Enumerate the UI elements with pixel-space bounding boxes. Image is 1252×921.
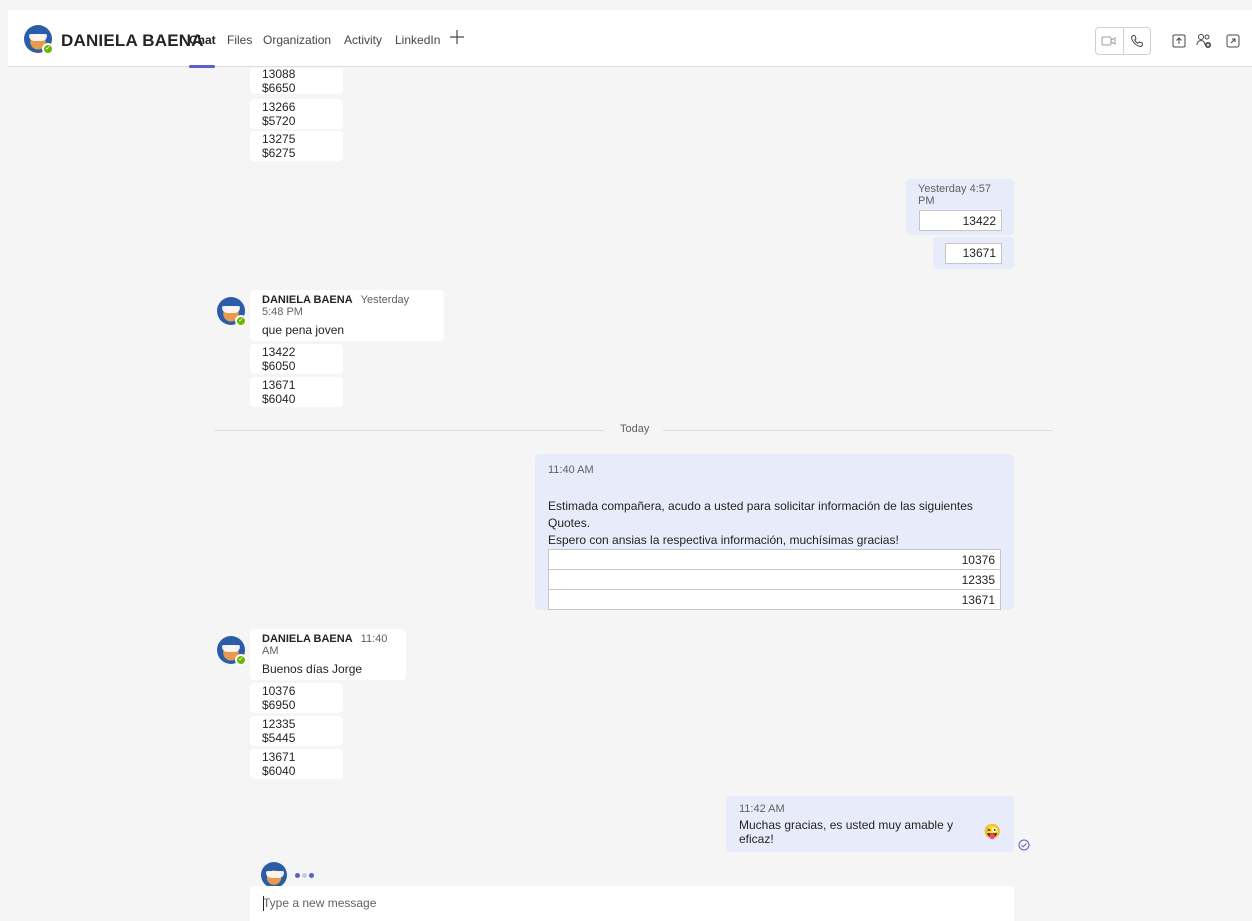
message-item[interactable]: 13671 $6040 [250,377,343,407]
message-item[interactable]: 13671 $6040 [250,749,343,779]
message-text: 13671 $6040 [262,750,296,778]
message-composer [250,886,1014,921]
quote-cell: 13422 [919,210,1002,231]
ship-logo-icon [222,306,240,313]
tab-files[interactable]: Files [227,33,252,47]
message-input[interactable] [263,895,1001,910]
quote-table: 13422 [919,210,1002,231]
presence-available-icon: ✓ [42,43,54,55]
date-divider-line [214,430,604,431]
date-divider-line [663,430,1053,431]
message-text: Estimada compañera, acudo a usted para s… [548,499,973,530]
typing-dot [309,873,314,878]
share-screen-icon[interactable] [1169,31,1189,51]
sender-name: DANIELA BAENA [262,633,353,645]
message-header: DANIELA BAENA 11:40 AM [262,633,394,657]
message-text: 13088 $6650 [262,67,296,95]
quote-table: 13671 [945,242,1002,264]
message-timestamp: Yesterday 4:57 PM [918,183,991,207]
tab-activity[interactable]: Activity [344,33,382,47]
my-message[interactable]: 13671 [933,237,1014,269]
message-text: que pena joven [262,323,345,337]
message-timestamp: 11:42 AM [739,802,785,815]
message-text: Muchas gracias, es usted muy amable y ef… [739,817,954,846]
video-call-icon[interactable] [1096,28,1124,54]
sender-name: DANIELA BAENA [262,294,353,306]
presence-available-icon: ✓ [235,654,247,666]
message-item[interactable]: DANIELA BAENA 11:40 AM Buenos días Jorge [250,629,406,680]
contact-name: DANIELA BAENA [61,31,204,50]
message-item[interactable]: 13275 $6275 [250,131,343,161]
my-message[interactable]: 11:42 AM Muchas gracias, es usted muy am… [726,796,1014,852]
message-text: Espero con ansias la respectiva informac… [548,533,899,547]
plus-icon[interactable] [449,28,465,51]
message-text: 13422 $6050 [262,345,296,373]
message-timestamp: 11:40 AM [548,464,594,476]
message-item[interactable]: 12335 $5445 [250,716,343,746]
message-item[interactable]: 13422 $6050 [250,344,343,374]
quote-cell: 12335 [548,569,1001,590]
message-item[interactable]: DANIELA BAENA Yesterday 5:48 PM que pena … [250,290,444,341]
pop-out-icon[interactable] [1223,31,1243,51]
quote-cell: 10376 [548,549,1001,570]
typing-dot [295,873,300,878]
message-sent-check-icon [1018,839,1030,851]
sender-avatar [261,862,287,888]
presence-available-icon: ✓ [235,315,247,327]
audio-call-icon[interactable] [1124,28,1151,54]
quote-cell: 13671 [548,589,1001,610]
tab-organization[interactable]: Organization [263,33,331,47]
message-text: 13671 $6040 [262,378,296,406]
call-button-group [1095,27,1151,55]
tab-chat[interactable]: Chat [189,33,216,47]
message-text: 13266 $5720 [262,100,296,128]
message-list[interactable]: 13088 $6650 13266 $5720 13275 $6275 Yest… [8,67,1252,921]
ship-logo-icon [29,34,47,41]
tab-linkedin[interactable]: LinkedIn [395,33,440,47]
sender-avatar[interactable]: ✓ [217,297,247,327]
ship-logo-icon [222,645,240,652]
message-text: 12335 $5445 [262,717,296,745]
sender-avatar[interactable]: ✓ [217,636,247,666]
add-people-icon[interactable] [1194,31,1214,51]
chat-header: ✓ DANIELA BAENA Chat Files Organization … [8,10,1252,68]
date-divider-label: Today [620,423,650,435]
winking-tongue-emoji-icon: 😜 [983,823,1001,839]
my-message[interactable]: Yesterday 4:57 PM 13422 [906,179,1014,235]
message-text: 10376 $6950 [262,684,296,712]
text-caret [263,896,264,911]
message-body: Muchas gracias, es usted muy amable y ef… [739,818,1001,846]
message-item[interactable]: 10376 $6950 [250,683,343,713]
message-text: Buenos días Jorge [262,662,363,676]
message-header: DANIELA BAENA Yesterday 5:48 PM [262,294,432,318]
my-message[interactable]: 11:40 AM Estimada compañera, acudo a ust… [535,454,1014,610]
message-text: 13275 $6275 [262,132,296,160]
message-item[interactable]: 13088 $6650 [250,67,343,95]
contact-avatar[interactable]: ✓ [24,25,54,55]
typing-dot [302,873,307,878]
ship-logo-icon [266,871,284,878]
quote-cell: 13671 [945,242,1002,264]
quote-table: 10376 12335 13671 [548,549,1001,610]
message-item[interactable]: 13266 $5720 [250,99,343,129]
